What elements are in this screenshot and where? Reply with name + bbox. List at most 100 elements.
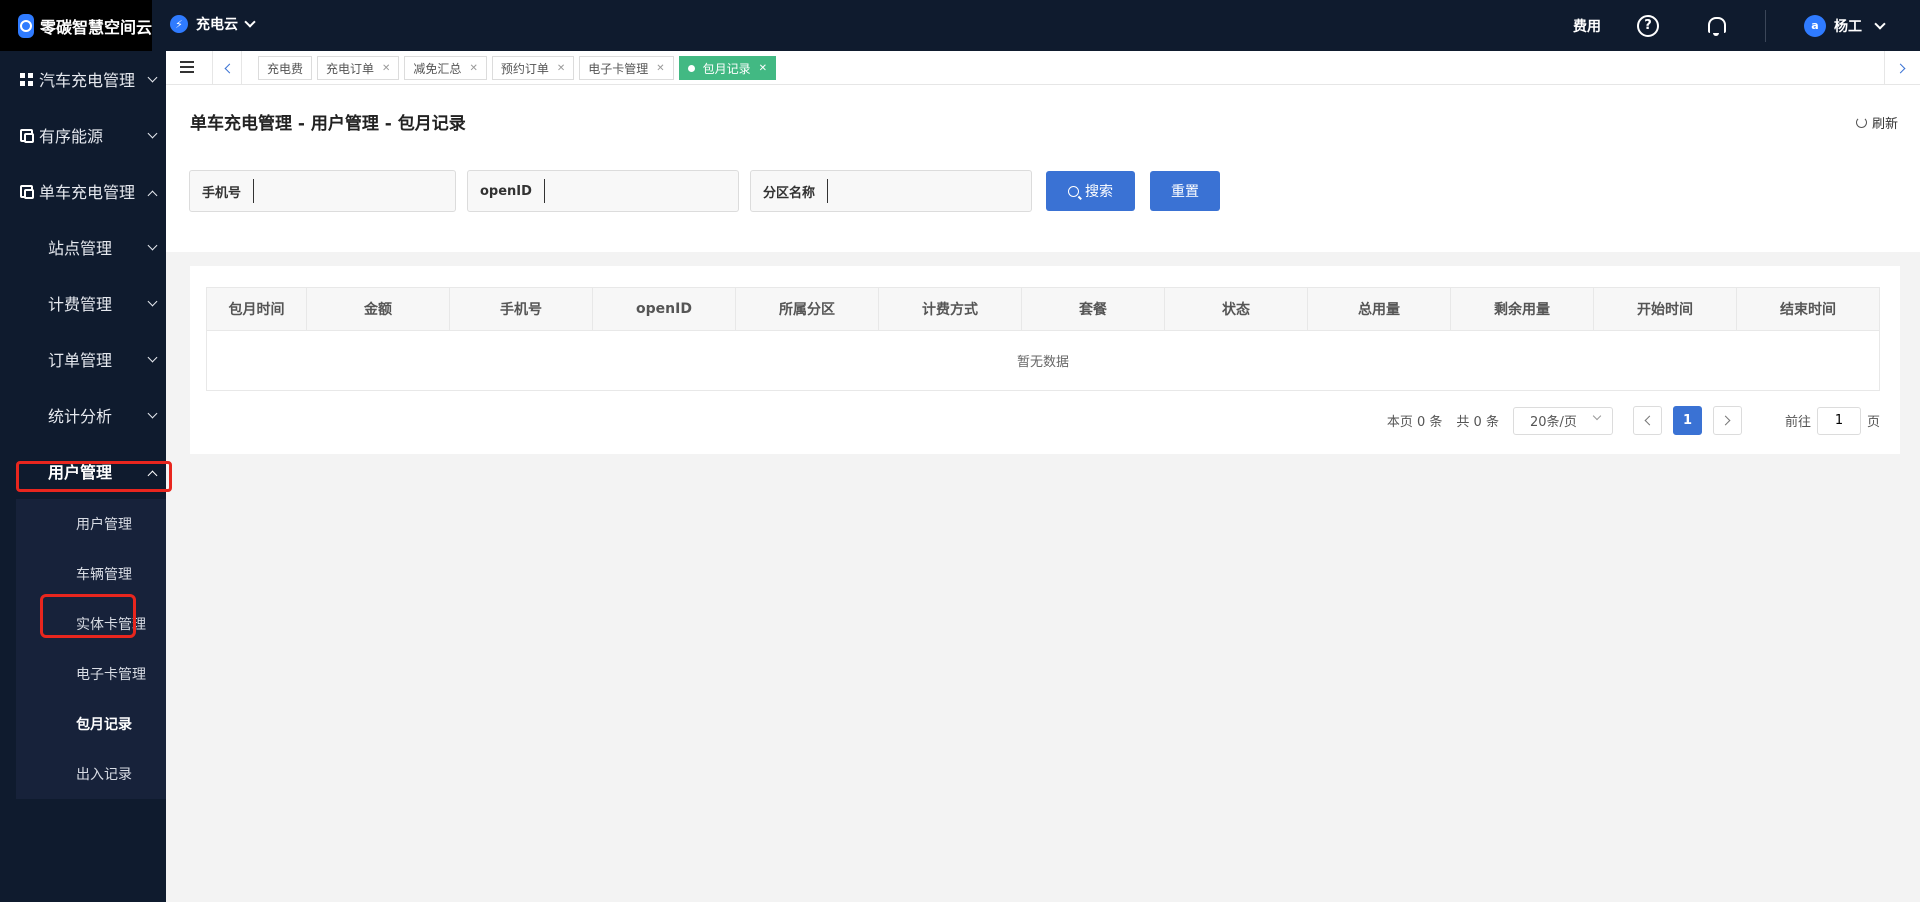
close-icon[interactable]: ✕ <box>469 63 477 74</box>
column-header[interactable]: 剩余用量 <box>1451 288 1594 330</box>
refresh-button[interactable]: 刷新 <box>1855 113 1898 132</box>
chevron-up-icon <box>147 190 158 201</box>
column-header[interactable]: 计费方式 <box>879 288 1022 330</box>
highlight-box-users <box>16 461 172 492</box>
tab-label: 电子卡管理 <box>588 61 649 76</box>
tab-bar: 充电费 充电订单 ✕ 减免汇总 ✕ 预约订单 ✕ 电子卡管理 ✕ 包月记录 ✕ <box>166 51 1920 85</box>
openid-input[interactable] <box>543 179 694 203</box>
search-button[interactable]: 搜索 <box>1046 171 1135 211</box>
tab-monthly-record[interactable]: 包月记录 ✕ <box>678 56 777 80</box>
search-icon <box>1068 185 1079 197</box>
user-name[interactable]: 杨工 <box>1834 16 1862 36</box>
tab-label: 充电费 <box>267 61 304 76</box>
column-header[interactable]: 状态 <box>1165 288 1308 330</box>
sidebar-item-orders[interactable]: 订单管理 <box>0 331 166 387</box>
phone-label: 手机号 <box>202 185 242 201</box>
brand[interactable]: 零碳智慧空间云 <box>0 0 152 51</box>
column-header[interactable]: 包月时间 <box>207 288 307 330</box>
page-size-select[interactable]: 20条/页 <box>1512 406 1613 435</box>
fee-link[interactable]: 费用 <box>1573 16 1601 36</box>
chevron-down-icon <box>1592 411 1602 420</box>
region-field: 分区名称 <box>750 170 1032 212</box>
prev-page-button[interactable] <box>1632 406 1662 435</box>
data-table: 包月时间 金额 手机号 openID 所属分区 计费方式 套餐 状态 总用量 剩… <box>206 287 1880 391</box>
box-icon <box>20 184 34 199</box>
sidebar-item-label: 站点管理 <box>48 239 113 258</box>
menu-toggle-icon[interactable] <box>180 61 194 73</box>
header-actions: 费用 ? a 杨工 <box>1573 0 1920 51</box>
column-header[interactable]: openID <box>593 288 736 330</box>
empty-state: 暂无数据 <box>1016 355 1069 370</box>
sidebar-item-car-charging[interactable]: 汽车充电管理 <box>0 51 166 107</box>
tab-charge-fee[interactable]: 充电费 <box>258 56 313 80</box>
tabs: 充电费 充电订单 ✕ 减免汇总 ✕ 预约订单 ✕ 电子卡管理 ✕ 包月记录 ✕ <box>258 56 777 80</box>
chevron-down-icon <box>147 296 158 306</box>
chevron-down-icon <box>244 16 256 28</box>
tab-charge-orders[interactable]: 充电订单 ✕ <box>317 56 400 80</box>
brand-logo-icon <box>18 13 34 38</box>
avatar[interactable]: a <box>1804 14 1826 37</box>
chevron-down-icon <box>147 352 158 362</box>
tab-scroll-right-button[interactable] <box>1884 51 1920 85</box>
column-header[interactable]: 金额 <box>307 288 450 330</box>
tab-discount-summary[interactable]: 减免汇总 ✕ <box>404 56 487 80</box>
sidebar-item-ordered-energy[interactable]: 有序能源 <box>0 107 166 163</box>
submenu-item-e-card[interactable]: 电子卡管理 <box>16 656 166 692</box>
submenu-item-entry-exit[interactable]: 出入记录 <box>16 756 166 792</box>
close-icon[interactable]: ✕ <box>759 63 767 74</box>
tab-e-card[interactable]: 电子卡管理 ✕ <box>579 56 674 80</box>
sidebar-item-label: 有序能源 <box>39 127 104 146</box>
table-panel: 包月时间 金额 手机号 openID 所属分区 计费方式 套餐 状态 总用量 剩… <box>190 266 1900 454</box>
column-header[interactable]: 手机号 <box>450 288 593 330</box>
users-submenu: 用户管理 车辆管理 实体卡管理 电子卡管理 包月记录 出入记录 <box>16 499 166 799</box>
submenu-item-monthly-record[interactable]: 包月记录 <box>16 706 166 742</box>
active-dot-icon <box>687 64 695 72</box>
app-switcher[interactable]: ⚡ 充电云 <box>170 14 256 34</box>
goto-page-input[interactable] <box>1816 406 1861 435</box>
reset-button[interactable]: 重置 <box>1150 171 1220 211</box>
brand-title: 零碳智慧空间云 <box>39 17 152 37</box>
column-header[interactable]: 所属分区 <box>736 288 879 330</box>
submenu-item-vehicle-mgmt[interactable]: 车辆管理 <box>16 556 166 592</box>
tab-scroll-left-button[interactable] <box>212 51 242 85</box>
next-page-button[interactable] <box>1712 406 1742 435</box>
sidebar-item-label: 计费管理 <box>48 295 113 314</box>
page-size-value: 20条/页 <box>1529 415 1577 430</box>
phone-field: 手机号 <box>189 170 456 212</box>
tab-label: 包月记录 <box>702 61 751 76</box>
page-count-text: 本页 0 条 <box>1386 415 1443 430</box>
chevron-right-icon <box>1720 415 1731 426</box>
submenu-item-user-mgmt[interactable]: 用户管理 <box>16 506 166 542</box>
header-divider <box>1765 9 1766 42</box>
openid-label: openID <box>480 183 532 199</box>
tab-reservation-orders[interactable]: 预约订单 ✕ <box>491 56 575 80</box>
chevron-down-icon <box>147 128 158 138</box>
reset-label: 重置 <box>1171 184 1199 200</box>
close-icon[interactable]: ✕ <box>557 63 565 74</box>
sidebar-item-bike-charging[interactable]: 单车充电管理 <box>0 163 166 219</box>
help-icon[interactable]: ? <box>1637 14 1659 37</box>
table-header: 包月时间 金额 手机号 openID 所属分区 计费方式 套餐 状态 总用量 剩… <box>207 288 1879 331</box>
region-input[interactable] <box>827 179 978 203</box>
page-title: 单车充电管理 - 用户管理 - 包月记录 <box>190 114 466 134</box>
close-icon[interactable]: ✕ <box>656 63 664 74</box>
column-header[interactable]: 总用量 <box>1308 288 1451 330</box>
column-header[interactable]: 开始时间 <box>1594 288 1737 330</box>
sidebar-item-billing[interactable]: 计费管理 <box>0 275 166 331</box>
chevron-down-icon <box>147 240 158 250</box>
phone-input[interactable] <box>253 179 394 203</box>
chevron-down-icon <box>147 408 158 418</box>
page-number-button[interactable]: 1 <box>1672 406 1702 435</box>
chevron-down-icon[interactable] <box>1874 17 1886 30</box>
sidebar-item-statistics[interactable]: 统计分析 <box>0 387 166 443</box>
column-header[interactable]: 结束时间 <box>1737 288 1879 330</box>
openid-field: openID <box>467 170 739 212</box>
goto-suffix: 页 <box>1866 415 1880 430</box>
close-icon[interactable]: ✕ <box>382 63 390 74</box>
sidebar-item-site[interactable]: 站点管理 <box>0 219 166 275</box>
app-name: 充电云 <box>196 17 238 33</box>
tab-label: 充电订单 <box>326 61 375 76</box>
column-header[interactable]: 套餐 <box>1022 288 1165 330</box>
chevron-right-icon <box>1895 63 1906 73</box>
bell-icon[interactable] <box>1705 15 1727 37</box>
